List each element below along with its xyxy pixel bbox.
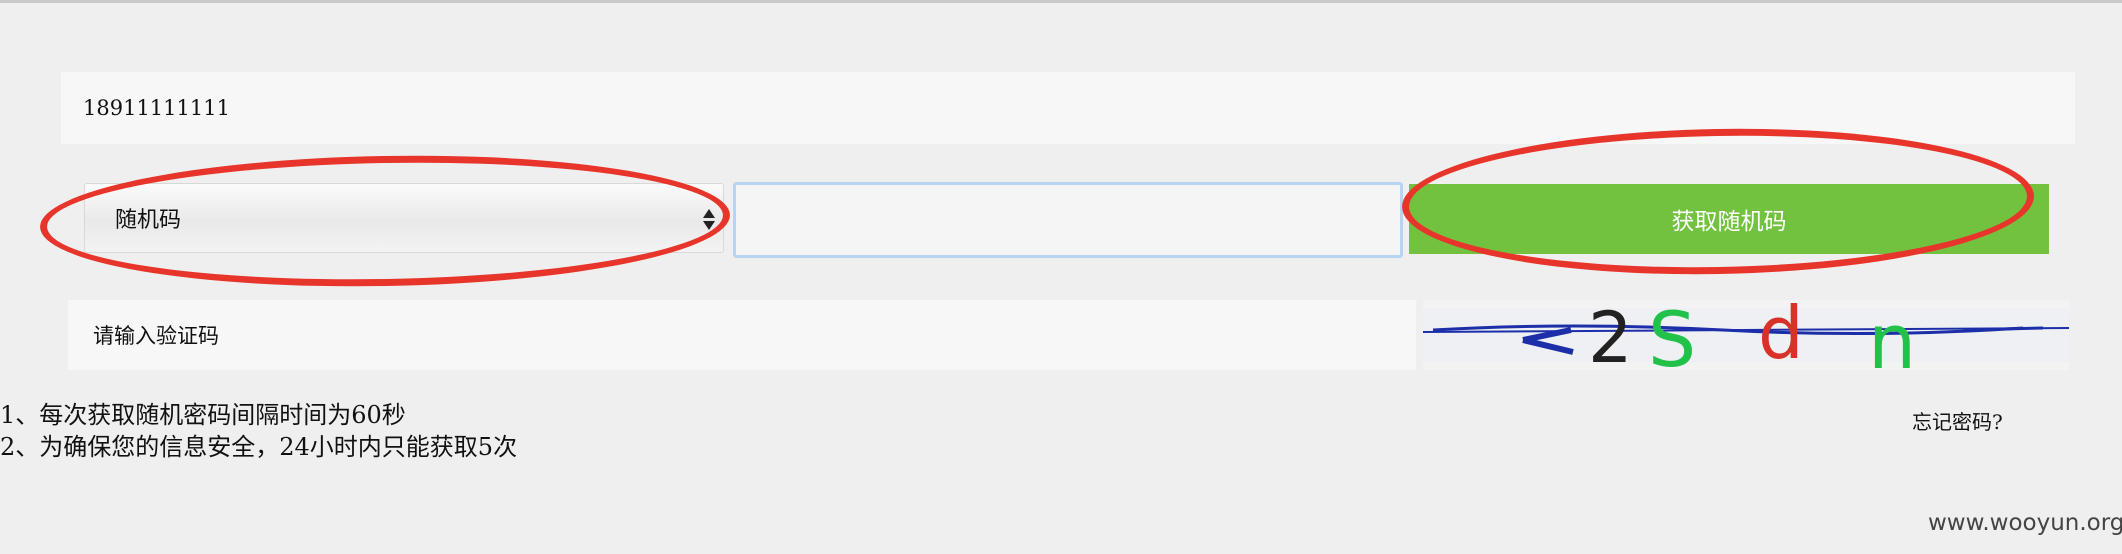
captcha-char-n: n [1868,300,1916,370]
code-type-selected-value: 随机码 [115,208,182,233]
phone-number-field[interactable]: 18911111111 [61,72,2075,144]
captcha-placeholder: 请输入验证码 [93,324,219,348]
notes: 1、每次获取随机密码间隔时间为60秒 2、为确保您的信息安全，24小时内只能获取… [0,399,517,463]
watermark: www.wooyun.org [1928,510,2122,536]
forgot-password-link[interactable]: 忘记密码? [1912,406,2003,435]
captcha-char-s: S [1648,300,1696,370]
phone-number-value: 18911111111 [83,96,230,120]
captcha-input[interactable]: 请输入验证码 [68,300,1416,370]
updown-arrows-icon [701,202,717,236]
captcha-image[interactable]: 2 S d n [1423,300,2069,370]
code-type-select[interactable]: 随机码 [84,183,724,253]
top-border [0,0,2122,3]
get-random-code-button[interactable]: 获取随机码 [1409,184,2049,254]
captcha-char-2: 2 [1588,300,1633,370]
captcha-char-d: d [1758,300,1804,370]
note-line: 2、为确保您的信息安全，24小时内只能获取5次 [0,433,518,461]
note-line: 1、每次获取随机密码间隔时间为60秒 [0,401,406,429]
random-code-input[interactable] [733,182,1403,258]
